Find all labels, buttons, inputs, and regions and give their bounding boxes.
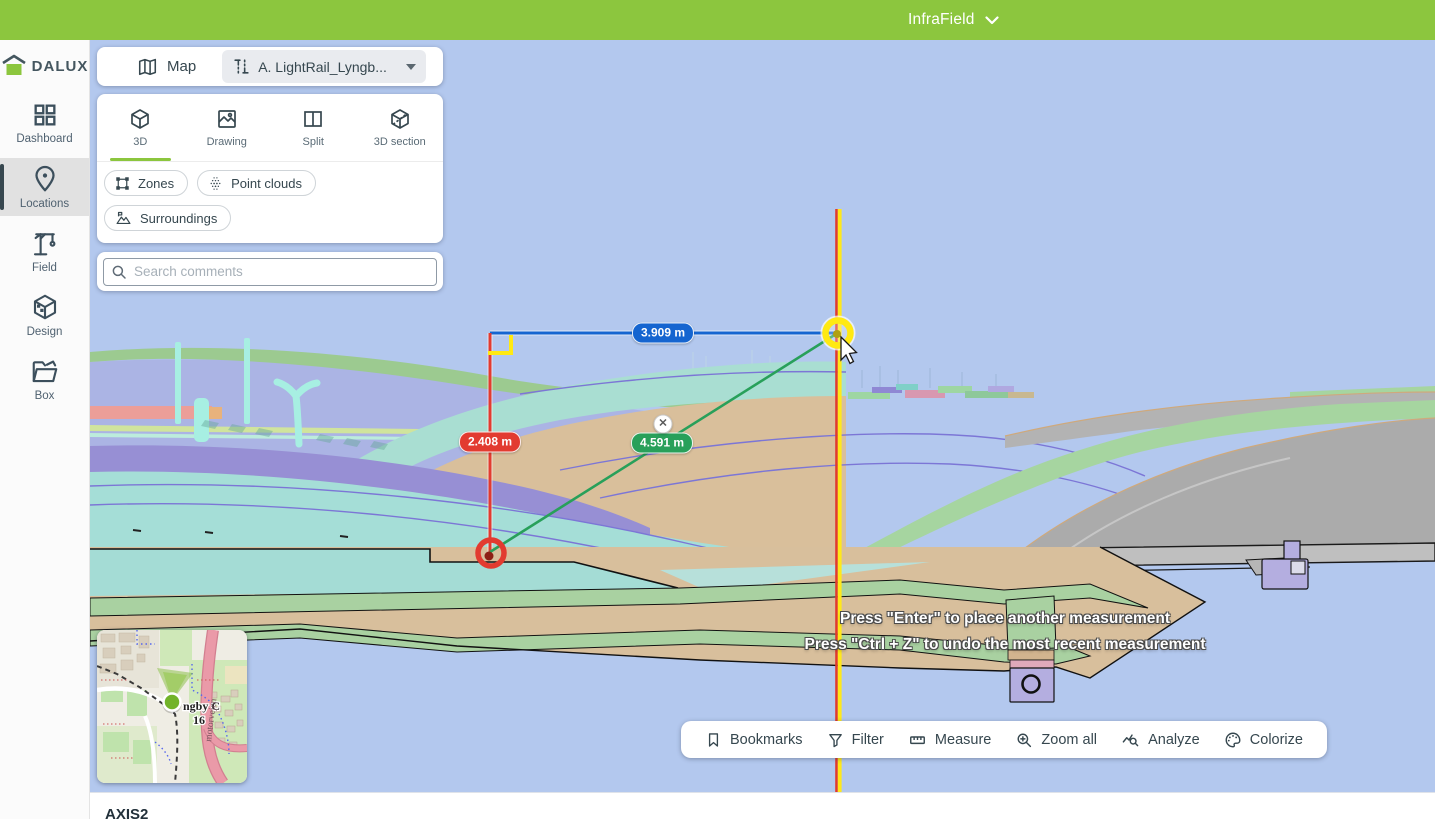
- sidebar-item-label: Locations: [20, 198, 69, 210]
- map-icon: [137, 57, 158, 76]
- chip-zones[interactable]: Zones: [104, 170, 188, 196]
- tool-label: Zoom all: [1041, 732, 1097, 748]
- brand-name: DALUX: [32, 58, 89, 75]
- tool-label: Bookmarks: [730, 732, 803, 748]
- app-title: InfraField: [908, 11, 975, 29]
- point-cloud-icon: [207, 175, 224, 192]
- measure-button[interactable]: Measure: [908, 731, 991, 749]
- dalux-logo: DALUX: [0, 44, 89, 88]
- design-cube-icon: [30, 292, 60, 322]
- zoom-all-button[interactable]: Zoom all: [1015, 731, 1097, 749]
- map-selector-card: Map A. LightRail_Lyngb...: [97, 47, 443, 86]
- tool-label: Analyze: [1148, 732, 1200, 748]
- sidebar-item-field[interactable]: Field: [0, 222, 89, 280]
- minimap-position-marker: [164, 694, 181, 711]
- analyze-button[interactable]: Analyze: [1121, 731, 1200, 749]
- measurement-label-horizontal: 3.909 m: [632, 323, 694, 344]
- alignment-axis-icon: [232, 57, 251, 76]
- filter-icon: [827, 731, 844, 749]
- view-tabs: 3D Drawing: [97, 94, 443, 162]
- filter-button[interactable]: Filter: [827, 731, 884, 749]
- delete-measurement-button[interactable]: ✕: [654, 415, 673, 434]
- tab-split[interactable]: Split: [270, 94, 357, 161]
- sidebar-item-box[interactable]: Box: [0, 350, 89, 408]
- axis-panel-title: AXIS2: [105, 806, 1435, 819]
- search-input[interactable]: [103, 258, 437, 286]
- cube-icon: [128, 107, 152, 131]
- minimap[interactable]: ngby C 16 motorvejen: [97, 630, 247, 783]
- chip-label: Point clouds: [231, 176, 302, 191]
- sidebar-item-label: Field: [32, 262, 57, 274]
- view-options-card: 3D Drawing: [97, 94, 443, 243]
- layer-chips: Zones Point clouds: [97, 162, 443, 231]
- hint-line-2: Press "Ctrl + Z" to undo the most recent…: [605, 632, 1405, 658]
- chip-point-clouds[interactable]: Point clouds: [197, 170, 316, 196]
- sidebar-item-label: Box: [35, 390, 55, 402]
- chip-label: Surroundings: [140, 211, 217, 226]
- map-toolbar: Bookmarks Filter Measure: [681, 721, 1327, 758]
- tab-3d-section[interactable]: 3D section: [357, 94, 444, 161]
- caret-down-icon: [406, 64, 416, 70]
- dashboard-icon: [31, 101, 59, 129]
- location-pin-icon: [30, 164, 60, 194]
- chip-surroundings[interactable]: Surroundings: [104, 205, 231, 231]
- sidebar-item-label: Design: [27, 326, 63, 338]
- tool-label: Filter: [852, 732, 884, 748]
- drawing-icon: [215, 107, 239, 131]
- crane-icon: [30, 228, 60, 258]
- search-card: [97, 252, 443, 291]
- cube-section-icon: [388, 107, 412, 131]
- minimap-number-label: 16: [193, 713, 205, 727]
- project-switcher[interactable]: InfraField: [908, 0, 999, 40]
- analyze-icon: [1121, 731, 1140, 749]
- surroundings-icon: [114, 210, 133, 227]
- hint-line-1: Press "Enter" to place another measureme…: [605, 606, 1405, 632]
- infrafield-app: InfraField DALUX Dashboard: [0, 0, 1435, 819]
- measurement-label-diagonal: 4.591 m: [631, 433, 693, 454]
- measurement-hints: Press "Enter" to place another measureme…: [605, 606, 1405, 658]
- measurement-label-vertical: 2.408 m: [459, 432, 521, 453]
- model-selector-dropdown[interactable]: A. LightRail_Lyngb...: [222, 50, 426, 83]
- axis-line: [835, 209, 841, 792]
- ruler-icon: [908, 731, 927, 749]
- zones-icon: [114, 175, 131, 192]
- tab-3d[interactable]: 3D: [97, 94, 184, 161]
- sidebar-item-dashboard[interactable]: Dashboard: [0, 94, 89, 152]
- folder-icon: [30, 356, 60, 386]
- colorize-button[interactable]: Colorize: [1224, 731, 1303, 749]
- map-viewport[interactable]: 3.909 m 2.408 m 4.591 m ✕ Press "Enter" …: [90, 40, 1435, 792]
- chevron-down-icon: [985, 16, 999, 25]
- tab-label: 3D: [133, 136, 147, 148]
- zoom-all-icon: [1015, 731, 1033, 749]
- dalux-house-icon: [1, 54, 27, 78]
- tab-label: Drawing: [207, 136, 247, 148]
- tab-drawing[interactable]: Drawing: [184, 94, 271, 161]
- tab-label: Split: [303, 136, 324, 148]
- bottom-panel: AXIS2: [90, 792, 1435, 819]
- sidebar-item-label: Dashboard: [16, 133, 72, 145]
- model-selector-value: A. LightRail_Lyngb...: [258, 59, 399, 75]
- sidebar: DALUX Dashboard Locations: [0, 40, 90, 819]
- top-bar: InfraField: [0, 0, 1435, 40]
- sidebar-item-locations[interactable]: Locations: [0, 158, 89, 216]
- bookmarks-button[interactable]: Bookmarks: [705, 731, 803, 749]
- tab-label: 3D section: [374, 136, 426, 148]
- sidebar-item-design[interactable]: Design: [0, 286, 89, 344]
- map-button[interactable]: Map: [137, 57, 196, 76]
- search-icon: [110, 263, 128, 281]
- tool-label: Colorize: [1250, 732, 1303, 748]
- split-icon: [301, 107, 325, 131]
- minimap-canvas: ngby C 16 motorvejen: [97, 630, 247, 783]
- chip-label: Zones: [138, 176, 174, 191]
- map-button-label: Map: [167, 58, 196, 75]
- palette-icon: [1224, 731, 1242, 749]
- bookmark-icon: [705, 731, 722, 749]
- tool-label: Measure: [935, 732, 991, 748]
